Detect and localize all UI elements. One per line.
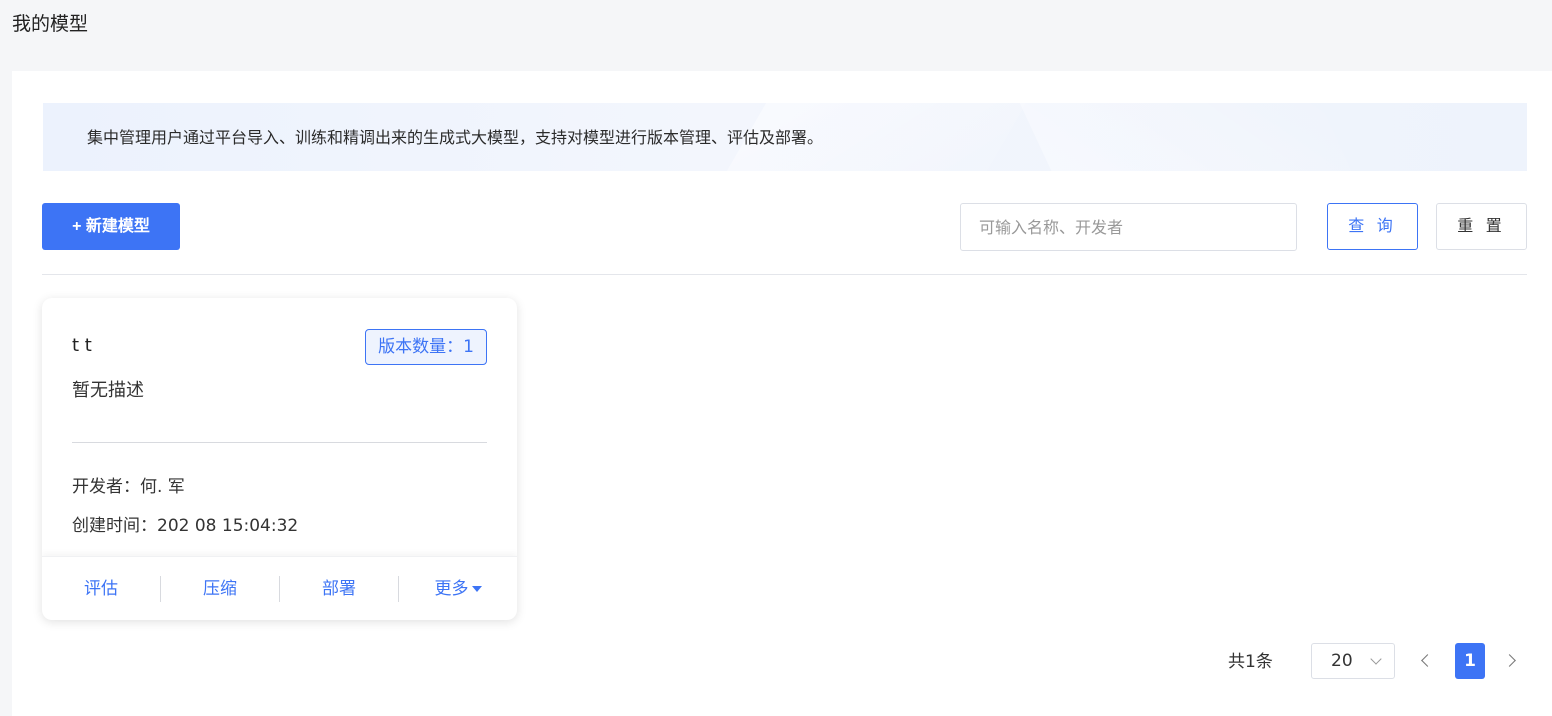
- search-input[interactable]: [960, 203, 1297, 251]
- page-number-current[interactable]: 1: [1455, 643, 1485, 679]
- new-model-button[interactable]: + 新建模型: [42, 203, 180, 250]
- model-name[interactable]: t t: [72, 334, 92, 358]
- card-divider: [72, 442, 487, 443]
- card-actions: 评估 压缩 部署 更多: [42, 556, 517, 620]
- version-count-badge[interactable]: 版本数量：1: [365, 329, 487, 365]
- more-label: 更多: [434, 578, 469, 599]
- page-size-select[interactable]: 20: [1311, 643, 1395, 679]
- toolbar-divider: [42, 274, 1527, 275]
- evaluate-action[interactable]: 评估: [42, 577, 160, 601]
- model-card[interactable]: t t 版本数量：1 暂无描述 开发者：何. 军 创建时间：202 08 15:…: [42, 298, 517, 620]
- page-title: 我的模型: [12, 13, 89, 35]
- info-banner: 集中管理用户通过平台导入、训练和精调出来的生成式大模型，支持对模型进行版本管理、…: [43, 103, 1527, 171]
- page-size-value: 20: [1331, 651, 1353, 671]
- query-button[interactable]: 查 询: [1327, 203, 1418, 250]
- banner-text: 集中管理用户通过平台导入、训练和精调出来的生成式大模型，支持对模型进行版本管理、…: [87, 128, 824, 147]
- pagination-total: 共1条: [1228, 652, 1273, 672]
- chevron-left-icon[interactable]: [1414, 649, 1438, 673]
- chevron-down-icon: [1370, 653, 1382, 665]
- deploy-action[interactable]: 部署: [280, 577, 398, 601]
- model-description: 暂无描述: [72, 380, 144, 401]
- reset-button[interactable]: 重 置: [1436, 203, 1527, 250]
- chevron-right-icon[interactable]: [1500, 649, 1524, 673]
- model-developer: 开发者：何. 军: [72, 477, 185, 497]
- more-action[interactable]: 更多: [399, 577, 517, 601]
- caret-down-icon: [471, 585, 482, 592]
- main-panel: 集中管理用户通过平台导入、训练和精调出来的生成式大模型，支持对模型进行版本管理、…: [12, 71, 1552, 716]
- compress-action[interactable]: 压缩: [161, 577, 279, 601]
- model-created-time: 创建时间：202 08 15:04:32: [72, 516, 299, 536]
